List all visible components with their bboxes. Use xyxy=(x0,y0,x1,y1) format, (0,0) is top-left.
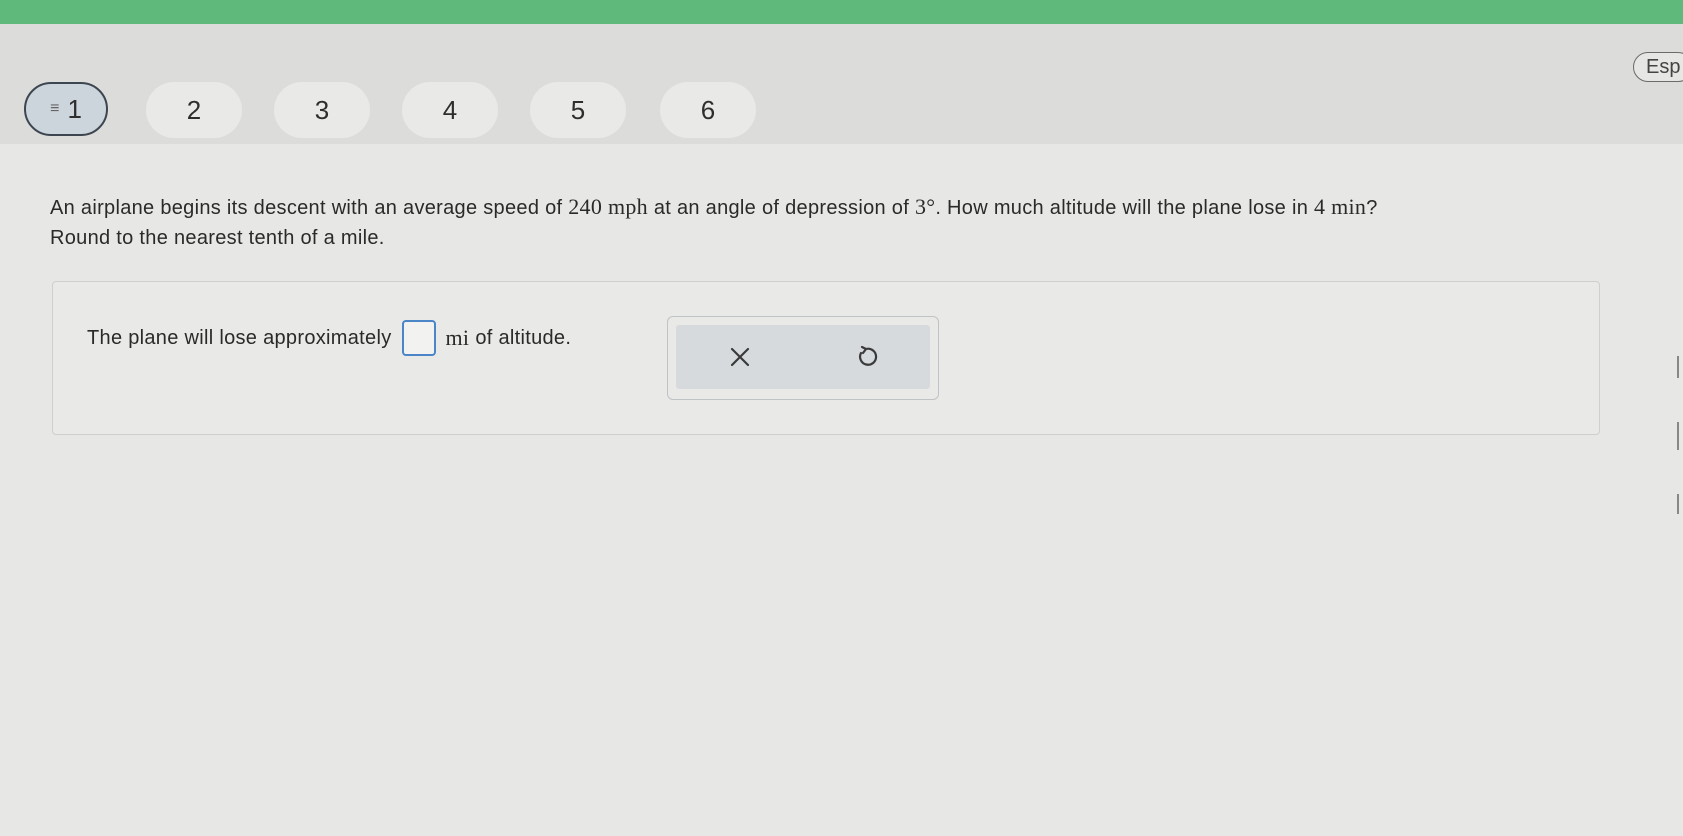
question-number: 5 xyxy=(570,94,586,125)
question-navigation-band: ≡ 1 2 3 4 5 6 Esp xyxy=(0,24,1683,144)
page: ≡ 1 2 3 4 5 6 Esp An airplane begins its… xyxy=(0,0,1683,836)
answer-prefix: The plane will lose approximately xyxy=(87,326,392,349)
speed-value: 240 mph xyxy=(568,194,648,219)
answer-unit: mi xyxy=(445,325,470,350)
language-toggle-button[interactable]: Esp xyxy=(1633,52,1683,82)
answer-sentence: The plane will lose approximately mi of … xyxy=(87,320,571,356)
question-2-button[interactable]: 2 xyxy=(146,82,242,138)
question-instruction: Round to the nearest tenth of a mile. xyxy=(50,227,385,249)
question-4-button[interactable]: 4 xyxy=(402,82,498,138)
clear-button[interactable] xyxy=(720,337,760,377)
question-number: 4 xyxy=(442,94,458,125)
answer-suffix: of altitude. xyxy=(475,326,572,349)
question-number: 2 xyxy=(186,94,202,125)
reset-button[interactable] xyxy=(846,337,886,377)
question-1-button[interactable]: ≡ 1 xyxy=(24,82,108,136)
angle-value: 3° xyxy=(914,194,936,219)
undo-icon xyxy=(859,345,878,366)
question-3-button[interactable]: 3 xyxy=(274,82,370,138)
edge-control xyxy=(1677,494,1683,514)
time-value: 4 min xyxy=(1314,194,1367,219)
question-text: An airplane begins its descent with an a… xyxy=(50,192,1630,253)
question-number: 1 xyxy=(67,93,82,124)
question-text-part: An airplane begins its descent with an a… xyxy=(50,197,569,219)
answer-tools-inner xyxy=(676,325,930,389)
answer-area: The plane will lose approximately mi of … xyxy=(52,281,1600,435)
question-6-button[interactable]: 6 xyxy=(660,82,756,138)
question-number: 6 xyxy=(700,94,716,125)
question-5-button[interactable]: 5 xyxy=(530,82,626,138)
close-icon xyxy=(730,347,750,367)
question-text-part: ? xyxy=(1366,197,1378,219)
edge-control xyxy=(1677,422,1683,450)
top-header-bar xyxy=(0,0,1683,24)
question-content: An airplane begins its descent with an a… xyxy=(0,144,1683,836)
edge-control xyxy=(1677,356,1683,378)
question-text-part: . How much altitude will the plane lose … xyxy=(935,197,1314,219)
question-number: 3 xyxy=(314,94,330,125)
answer-input[interactable] xyxy=(401,320,436,356)
answer-tools-panel xyxy=(667,316,939,400)
question-text-part: at an angle of depression of xyxy=(647,197,915,219)
list-icon: ≡ xyxy=(50,100,60,117)
